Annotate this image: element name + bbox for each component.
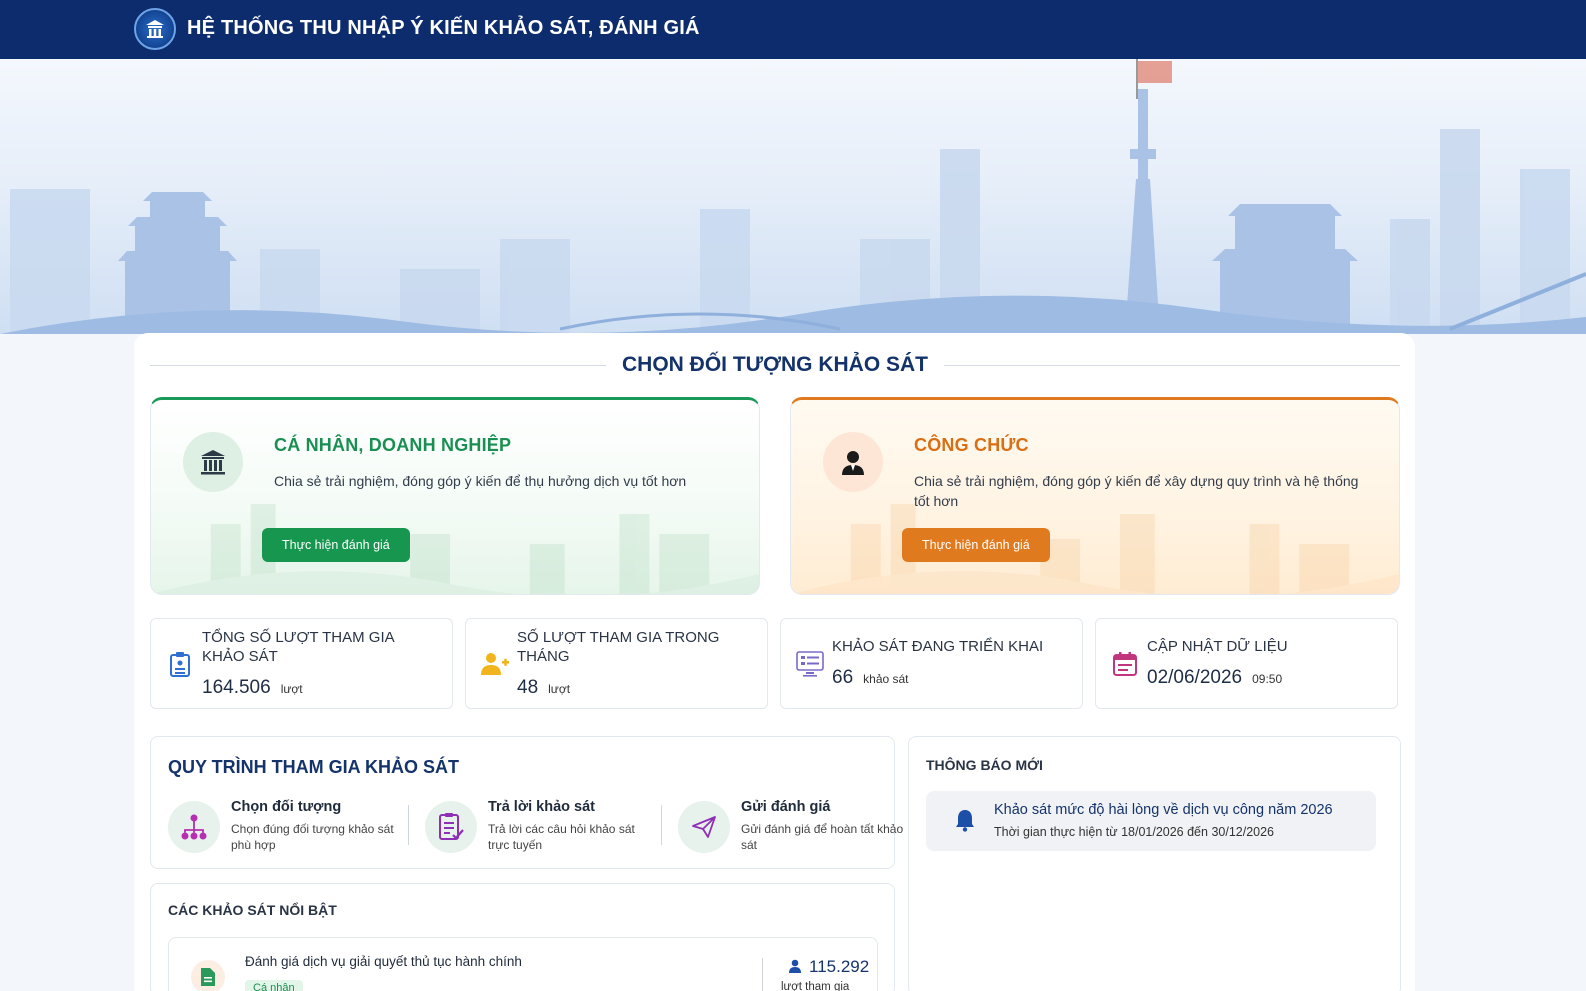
survey-target-badge: Cá nhân	[245, 980, 303, 991]
notice-item[interactable]: Khảo sát mức độ hài lòng về dịch vụ công…	[926, 791, 1376, 851]
stat-label: SỐ LƯỢT THAM GIA TRONG THÁNG	[517, 629, 720, 665]
divider-line	[150, 364, 606, 366]
person-icon	[823, 432, 883, 492]
process-panel: QUY TRÌNH THAM GIA KHẢO SÁT Chọn đối tượ…	[150, 736, 903, 869]
stat-data-updated: CẬP NHẬT DỮ LIỆU 02/06/2026 09:50	[1095, 618, 1398, 709]
stat-value: 02/06/2026 09:50	[1147, 667, 1283, 688]
process-title: QUY TRÌNH THAM GIA KHẢO SÁT	[168, 757, 459, 777]
target-description: Chia sẻ trải nghiệm, đóng góp ý kiến để …	[274, 473, 687, 489]
notice-title[interactable]: Khảo sát mức độ hài lòng về dịch vụ công…	[994, 802, 1333, 818]
process-step-choose-target: Chọn đối tượng Chọn đúng đối tượng khảo …	[168, 797, 398, 857]
stat-label: CẬP NHẬT DỮ LIỆU	[1147, 638, 1288, 655]
step-description: Trả lời các câu hỏi khảo sát trực tuyến	[488, 822, 635, 852]
target-title: CÁ NHÂN, DOANH NGHIỆP	[274, 435, 512, 455]
clipboard-icon	[165, 649, 195, 679]
city-skyline-illustration	[0, 59, 1586, 334]
step-description: Gửi đánh giá để hoàn tất khảo sát	[741, 822, 904, 852]
stat-value: 164.506 lượt	[202, 677, 303, 698]
top-header: HỆ THỐNG THU NHẬP Ý KIẾN KHẢO SÁT, ĐÁNH …	[0, 0, 1586, 59]
document-icon	[191, 960, 225, 991]
hierarchy-icon	[168, 801, 220, 853]
start-evaluation-button[interactable]: Thực hiện đánh giá	[902, 528, 1050, 562]
target-title: CÔNG CHỨC	[914, 435, 1029, 455]
target-description: Chia sẻ trải nghiệm, đóng góp ý kiến để …	[914, 473, 1359, 509]
section-header: CHỌN ĐỐI TƯỢNG KHẢO SÁT	[150, 350, 1400, 380]
stat-total-participation: TỔNG SỐ LƯỢT THAM GIA KHẢO SÁT 164.506 lư…	[150, 618, 453, 709]
add-user-icon	[480, 649, 510, 679]
notice-date-range: Thời gian thực hiện từ 18/01/2026 đến 30…	[994, 825, 1274, 839]
featured-survey-item[interactable]: Đánh giá dịch vụ giải quyết thủ tục hành…	[168, 937, 878, 991]
bell-icon	[956, 810, 974, 832]
step-name: Trả lời khảo sát	[488, 799, 596, 815]
user-icon	[789, 959, 801, 973]
stat-active-surveys: KHẢO SÁT ĐANG TRIỂN KHAI 66 khảo sát	[780, 618, 1083, 709]
survey-participant-label: lượt tham gia	[781, 981, 850, 991]
stat-monthly-participation: SỐ LƯỢT THAM GIA TRONG THÁNG 48 lượt	[465, 618, 768, 709]
step-name: Gửi đánh giá	[741, 799, 831, 815]
stat-value: 66 khảo sát	[832, 667, 909, 688]
survey-divider	[762, 958, 763, 991]
hero-banner	[0, 59, 1586, 334]
step-description: Chọn đúng đối tượng khảo sát phù hợp	[231, 822, 394, 852]
skyline-decoration	[151, 504, 759, 594]
stat-value: 48 lượt	[517, 677, 571, 698]
send-icon	[678, 801, 730, 853]
monitor-list-icon	[795, 649, 825, 679]
section-title: CHỌN ĐỐI TƯỢNG KHẢO SÁT	[622, 353, 928, 376]
building-icon	[183, 432, 243, 492]
target-card-individual-business[interactable]: CÁ NHÂN, DOANH NGHIỆP Chia sẻ trải nghiệ…	[150, 397, 760, 595]
step-divider	[661, 805, 662, 845]
target-card-civil-servant[interactable]: CÔNG CHỨC Chia sẻ trải nghiệm, đóng góp …	[790, 397, 1400, 595]
notices-title: THÔNG BÁO MỚI	[926, 757, 1043, 773]
notices-panel: THÔNG BÁO MỚI Khảo sát mức độ hài lòng v…	[908, 736, 1401, 991]
stat-label: TỔNG SỐ LƯỢT THAM GIA KHẢO SÁT	[202, 629, 394, 665]
divider-line	[944, 364, 1400, 366]
logo-icon[interactable]	[134, 8, 176, 50]
step-name: Chọn đối tượng	[231, 799, 342, 815]
start-evaluation-button[interactable]: Thực hiện đánh giá	[262, 528, 410, 562]
process-step-answer-survey: Trả lời khảo sát Trả lời các câu hỏi khả…	[425, 797, 655, 857]
step-divider	[408, 805, 409, 845]
app-title: HỆ THỐNG THU NHẬP Ý KIẾN KHẢO SÁT, ĐÁNH …	[187, 17, 700, 39]
survey-participant-count: 115.292	[789, 957, 869, 977]
featured-title: CÁC KHẢO SÁT NỔI BẬT	[168, 902, 337, 918]
featured-surveys-panel: CÁC KHẢO SÁT NỔI BẬT Đánh giá dịch vụ gi…	[150, 883, 895, 991]
calendar-icon	[1110, 649, 1140, 679]
checklist-icon	[425, 801, 477, 853]
stat-label: KHẢO SÁT ĐANG TRIỂN KHAI	[832, 638, 1044, 655]
survey-name[interactable]: Đánh giá dịch vụ giải quyết thủ tục hành…	[245, 954, 522, 969]
process-step-send-evaluation: Gửi đánh giá Gửi đánh giá để hoàn tất kh…	[678, 797, 903, 857]
